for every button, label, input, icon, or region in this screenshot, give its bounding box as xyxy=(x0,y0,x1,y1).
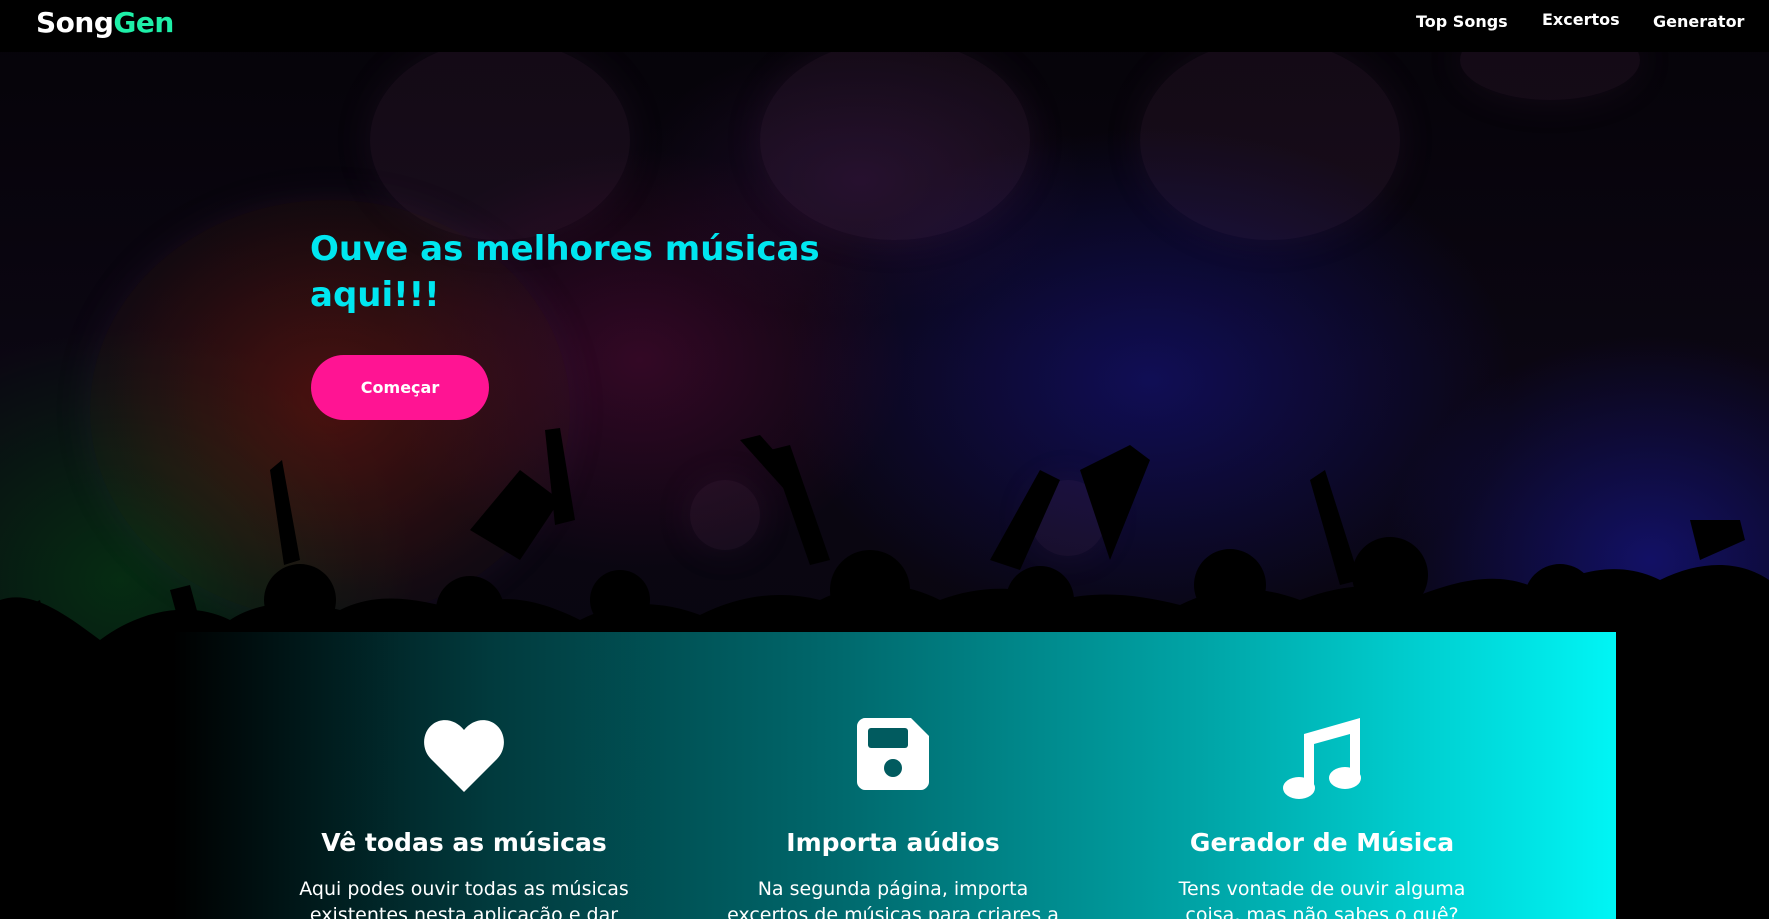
feature-text: Aqui podes ouvir todas as músicas existe… xyxy=(299,878,629,919)
floppy-disk-icon xyxy=(857,718,929,794)
music-note-icon xyxy=(1282,718,1362,804)
feature-title: Vê todas as músicas xyxy=(321,828,607,857)
feature-card-generator: Gerador de Música Tens vontade de ouvir … xyxy=(1122,632,1522,919)
page: SongGen Top Songs Excertos Generator Ouv… xyxy=(0,0,1769,919)
logo-text-gen: Gen xyxy=(113,6,174,39)
logo[interactable]: SongGen xyxy=(36,6,174,39)
heart-icon xyxy=(423,718,505,798)
logo-text-song: Song xyxy=(36,6,114,39)
feature-title: Importa aúdios xyxy=(786,828,1000,857)
feature-card-import: Importa aúdios Na segunda página, import… xyxy=(693,632,1093,919)
navbar: SongGen Top Songs Excertos Generator xyxy=(0,0,1769,52)
feature-title: Gerador de Música xyxy=(1189,828,1455,857)
features-panel: Vê todas as músicas Aqui podes ouvir tod… xyxy=(172,632,1616,919)
feature-text: Tens vontade de ouvir alguma coisa, mas … xyxy=(1178,878,1466,919)
nav-link-top-songs[interactable]: Top Songs xyxy=(1416,12,1508,31)
feature-text: Na segunda página, importa excertos de m… xyxy=(727,878,1059,919)
nav-link-generator[interactable]: Generator xyxy=(1653,12,1744,31)
nav-link-excertos[interactable]: Excertos xyxy=(1542,10,1620,29)
feature-card-songs: Vê todas as músicas Aqui podes ouvir tod… xyxy=(264,632,664,919)
